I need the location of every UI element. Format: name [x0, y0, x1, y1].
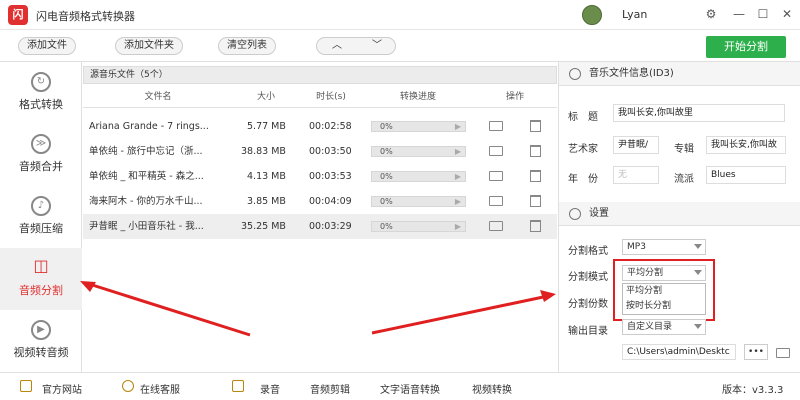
tts-link[interactable]: 文字语音转换: [380, 381, 440, 396]
headset-icon: [122, 380, 134, 392]
status-bar: 官方网站 在线客服 录音 音频剪辑 文字语音转换 视频转换 版本：v3.3.3: [0, 372, 800, 400]
video-convert-link[interactable]: 视频转换: [472, 381, 512, 396]
arrow-to-settings: [371, 294, 549, 335]
version-label: 版本：v3.3.3: [722, 385, 784, 396]
arrow-head-right: [540, 290, 556, 302]
audio-edit-link[interactable]: 音频剪辑: [310, 381, 350, 396]
microphone-icon: [232, 380, 244, 392]
record-link[interactable]: 录音: [260, 381, 280, 396]
website-link[interactable]: 官方网站: [42, 381, 82, 396]
arrow-to-sidebar: [85, 281, 251, 337]
monitor-icon: [20, 380, 32, 392]
online-service-link[interactable]: 在线客服: [140, 381, 180, 396]
annotation-arrows: [80, 281, 556, 337]
